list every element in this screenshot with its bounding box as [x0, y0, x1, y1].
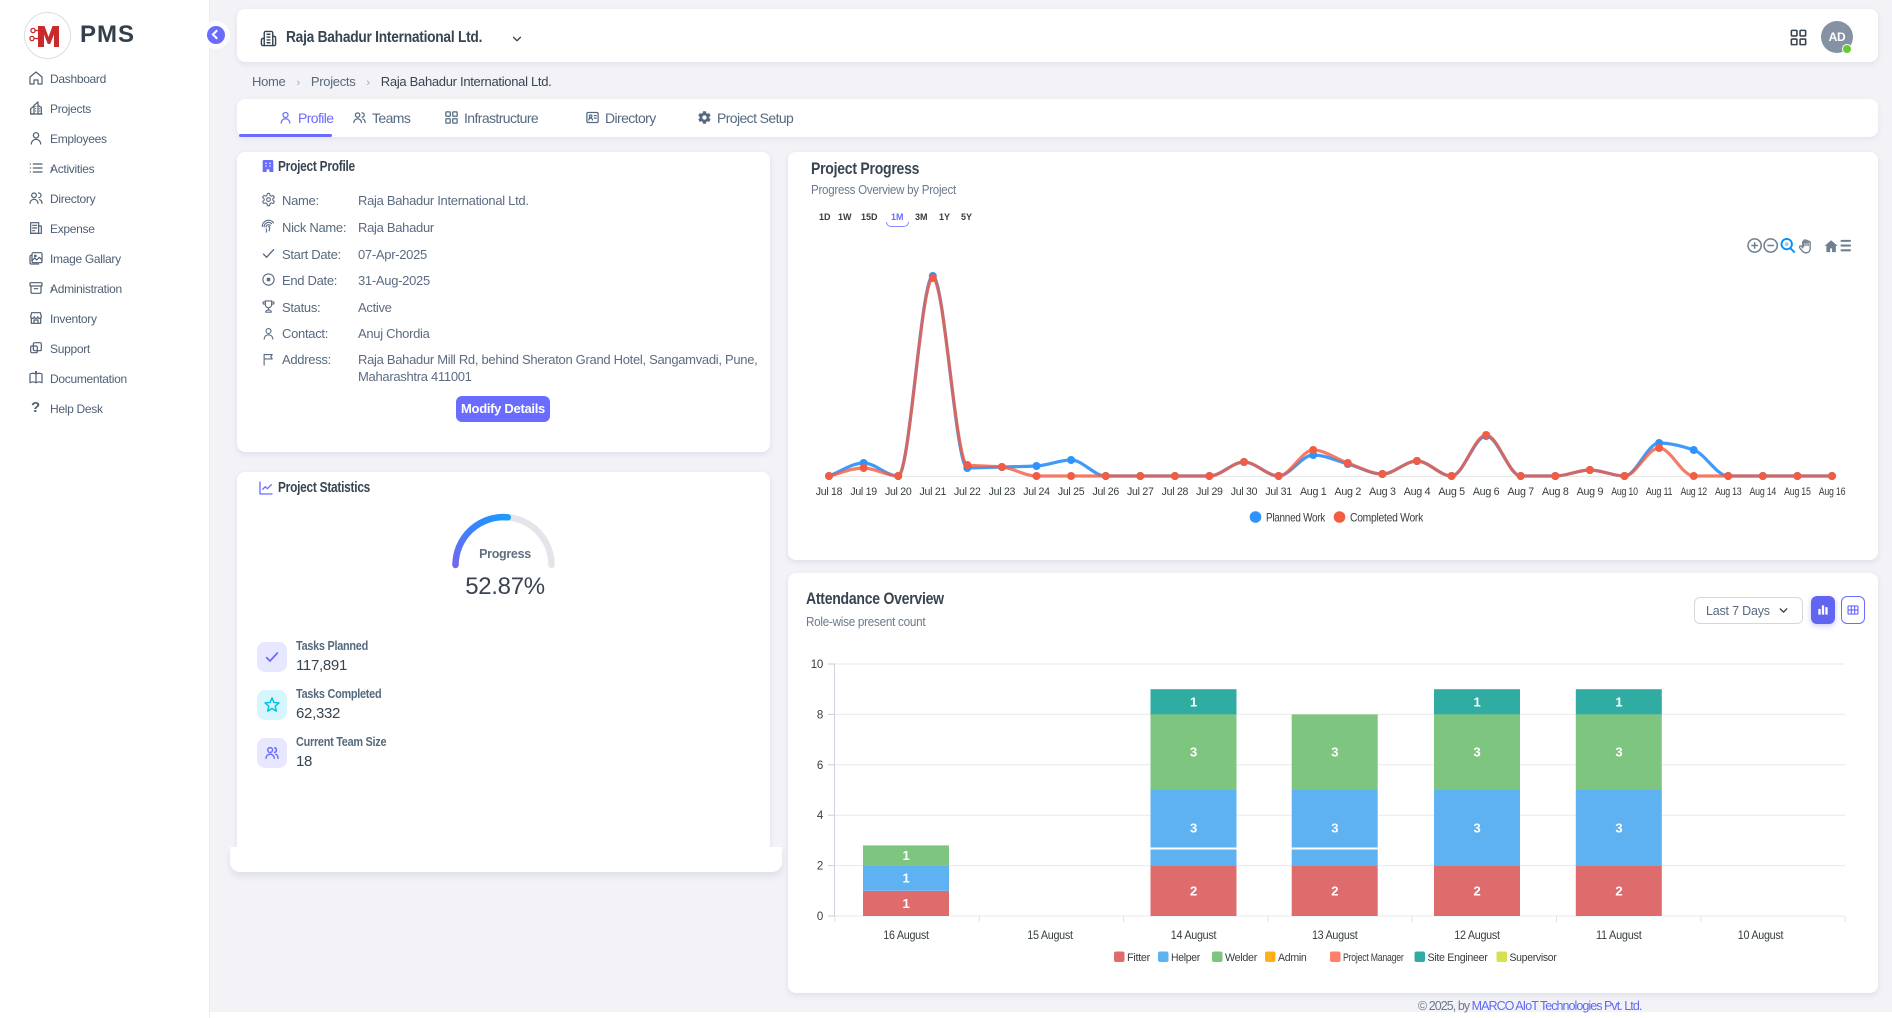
svg-text:2: 2 — [817, 861, 823, 873]
svg-text:1: 1 — [1190, 694, 1197, 709]
svg-text:10: 10 — [811, 659, 823, 671]
svg-text:Aug 11: Aug 11 — [1646, 486, 1673, 498]
svg-text:4: 4 — [817, 810, 824, 822]
svg-text:Jul 23: Jul 23 — [989, 486, 1016, 498]
svg-text:Fitter: Fitter — [1127, 952, 1151, 964]
svg-text:3: 3 — [1615, 745, 1622, 760]
svg-text:16 August: 16 August — [883, 928, 929, 942]
svg-text:Aug 8: Aug 8 — [1542, 486, 1569, 498]
svg-text:8: 8 — [817, 709, 823, 721]
svg-text:Jul 27: Jul 27 — [1127, 486, 1154, 498]
svg-text:2: 2 — [1615, 883, 1622, 898]
svg-text:2: 2 — [1331, 883, 1338, 898]
svg-text:13 August: 13 August — [1312, 928, 1358, 942]
svg-text:6: 6 — [817, 760, 823, 772]
svg-text:Jul 30: Jul 30 — [1231, 486, 1258, 498]
svg-text:1: 1 — [1615, 694, 1622, 709]
svg-text:Jul 26: Jul 26 — [1092, 486, 1119, 498]
svg-text:Aug 16: Aug 16 — [1819, 486, 1846, 498]
svg-text:Site Engineer: Site Engineer — [1428, 952, 1489, 964]
svg-text:Aug 5: Aug 5 — [1438, 486, 1465, 498]
svg-text:3: 3 — [1474, 820, 1481, 835]
svg-text:Planned Work: Planned Work — [1266, 511, 1326, 525]
svg-text:Aug 6: Aug 6 — [1473, 486, 1500, 498]
svg-text:Aug 2: Aug 2 — [1335, 486, 1362, 498]
svg-text:Jul 21: Jul 21 — [920, 486, 947, 498]
svg-text:10 August: 10 August — [1738, 928, 1784, 942]
svg-text:Jul 22: Jul 22 — [954, 486, 981, 498]
svg-text:Completed Work: Completed Work — [1350, 511, 1424, 525]
svg-text:Helper: Helper — [1171, 952, 1201, 964]
svg-text:Aug 15: Aug 15 — [1784, 486, 1811, 498]
svg-text:0: 0 — [817, 911, 823, 923]
svg-text:Jul 19: Jul 19 — [850, 486, 877, 498]
svg-text:Aug 12: Aug 12 — [1680, 486, 1707, 498]
svg-text:2: 2 — [1190, 883, 1197, 898]
svg-text:1: 1 — [903, 871, 910, 886]
svg-text:3: 3 — [1190, 820, 1197, 835]
svg-text:3: 3 — [1331, 745, 1338, 760]
svg-text:3: 3 — [1331, 820, 1338, 835]
svg-text:Jul 28: Jul 28 — [1162, 486, 1189, 498]
svg-text:1: 1 — [903, 896, 910, 911]
svg-text:Aug 7: Aug 7 — [1507, 486, 1534, 498]
svg-text:3: 3 — [1190, 745, 1197, 760]
svg-text:Jul 18: Jul 18 — [816, 486, 843, 498]
svg-text:Aug 4: Aug 4 — [1404, 486, 1431, 498]
svg-text:Aug 10: Aug 10 — [1611, 486, 1638, 498]
svg-text:Aug 1: Aug 1 — [1300, 486, 1327, 498]
svg-text:Aug 14: Aug 14 — [1750, 486, 1777, 498]
svg-text:2: 2 — [1474, 883, 1481, 898]
svg-text:Jul 29: Jul 29 — [1196, 486, 1223, 498]
svg-text:Welder: Welder — [1225, 952, 1258, 964]
svg-text:Jul 25: Jul 25 — [1058, 486, 1085, 498]
svg-text:Jul 20: Jul 20 — [885, 486, 912, 498]
svg-text:Supervisor: Supervisor — [1510, 952, 1558, 964]
svg-text:12 August: 12 August — [1454, 928, 1500, 942]
svg-text:Admin: Admin — [1278, 952, 1307, 964]
svg-text:1: 1 — [1474, 694, 1481, 709]
svg-text:11 August: 11 August — [1596, 928, 1642, 942]
svg-text:14 August: 14 August — [1171, 928, 1217, 942]
svg-text:Aug 3: Aug 3 — [1369, 486, 1396, 498]
svg-text:Aug 13: Aug 13 — [1715, 486, 1742, 498]
svg-text:15 August: 15 August — [1027, 928, 1073, 942]
svg-text:1: 1 — [903, 848, 910, 863]
svg-text:3: 3 — [1474, 745, 1481, 760]
svg-text:Jul 31: Jul 31 — [1265, 486, 1292, 498]
svg-text:3: 3 — [1615, 820, 1622, 835]
svg-text:Project Manager: Project Manager — [1343, 952, 1404, 964]
svg-text:Aug 9: Aug 9 — [1577, 486, 1604, 498]
svg-text:Jul 24: Jul 24 — [1023, 486, 1050, 498]
